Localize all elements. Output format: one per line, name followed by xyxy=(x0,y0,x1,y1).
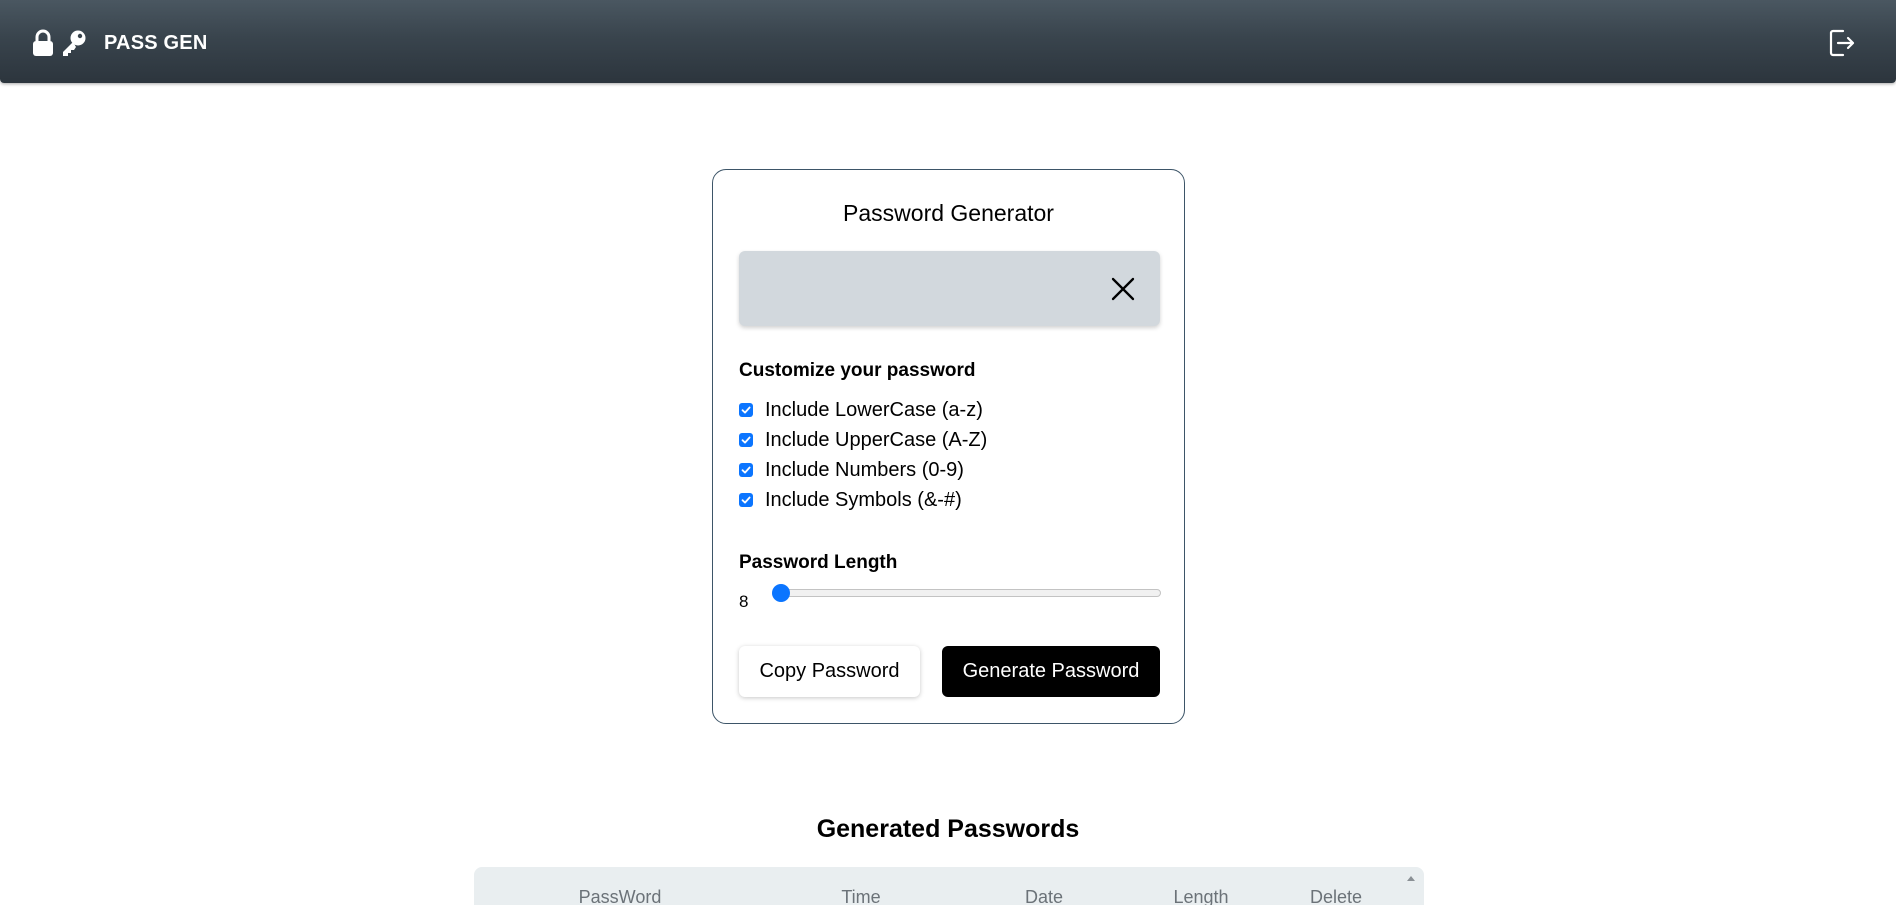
lock-icon xyxy=(33,29,53,56)
logout-icon[interactable] xyxy=(1828,28,1856,58)
password-display-box xyxy=(739,251,1160,326)
column-header-date[interactable]: Date xyxy=(1025,887,1063,905)
column-header-password[interactable]: PassWord xyxy=(579,887,662,905)
lowercase-checkbox[interactable] xyxy=(739,403,753,417)
generated-passwords-title: Generated Passwords xyxy=(816,815,1080,843)
option-label: Include UpperCase (A-Z) xyxy=(765,428,988,451)
customize-heading: Customize your password xyxy=(739,360,976,381)
close-icon[interactable] xyxy=(1110,276,1136,302)
length-slider[interactable] xyxy=(772,581,1161,605)
option-lowercase[interactable]: Include LowerCase (a-z) xyxy=(739,399,983,421)
option-numbers[interactable]: Include Numbers (0-9) xyxy=(739,459,964,481)
length-heading: Password Length xyxy=(739,552,898,573)
check-icon xyxy=(741,436,751,444)
length-value: 8 xyxy=(739,592,749,611)
slider-thumb[interactable] xyxy=(772,584,790,602)
option-label: Include Numbers (0-9) xyxy=(765,458,964,481)
slider-track[interactable] xyxy=(772,589,1161,597)
option-label: Include Symbols (&-#) xyxy=(765,488,962,511)
uppercase-checkbox[interactable] xyxy=(739,433,753,447)
copy-password-button[interactable]: Copy Password xyxy=(739,646,920,697)
symbols-checkbox[interactable] xyxy=(739,493,753,507)
check-icon xyxy=(741,466,751,474)
passwords-table: PassWord Time Date Length Delete xyxy=(474,867,1424,905)
brand[interactable]: PASS GEN xyxy=(32,28,207,58)
column-header-length[interactable]: Length xyxy=(1173,887,1228,905)
column-header-time[interactable]: Time xyxy=(841,887,880,905)
card-title: Password Generator xyxy=(843,200,1054,226)
password-generator-card: Password Generator Customize your passwo… xyxy=(712,169,1185,724)
generate-password-button[interactable]: Generate Password xyxy=(942,646,1160,697)
column-header-delete[interactable]: Delete xyxy=(1310,887,1362,905)
option-uppercase[interactable]: Include UpperCase (A-Z) xyxy=(739,429,987,451)
scroll-up-arrow-icon[interactable] xyxy=(1406,874,1416,882)
check-icon xyxy=(741,496,751,504)
option-label: Include LowerCase (a-z) xyxy=(765,398,983,421)
option-symbols[interactable]: Include Symbols (&-#) xyxy=(739,489,962,511)
numbers-checkbox[interactable] xyxy=(739,463,753,477)
navbar: PASS GEN xyxy=(0,0,1896,83)
brand-title: PASS GEN xyxy=(104,31,208,54)
key-icon xyxy=(63,30,86,56)
check-icon xyxy=(741,406,751,414)
